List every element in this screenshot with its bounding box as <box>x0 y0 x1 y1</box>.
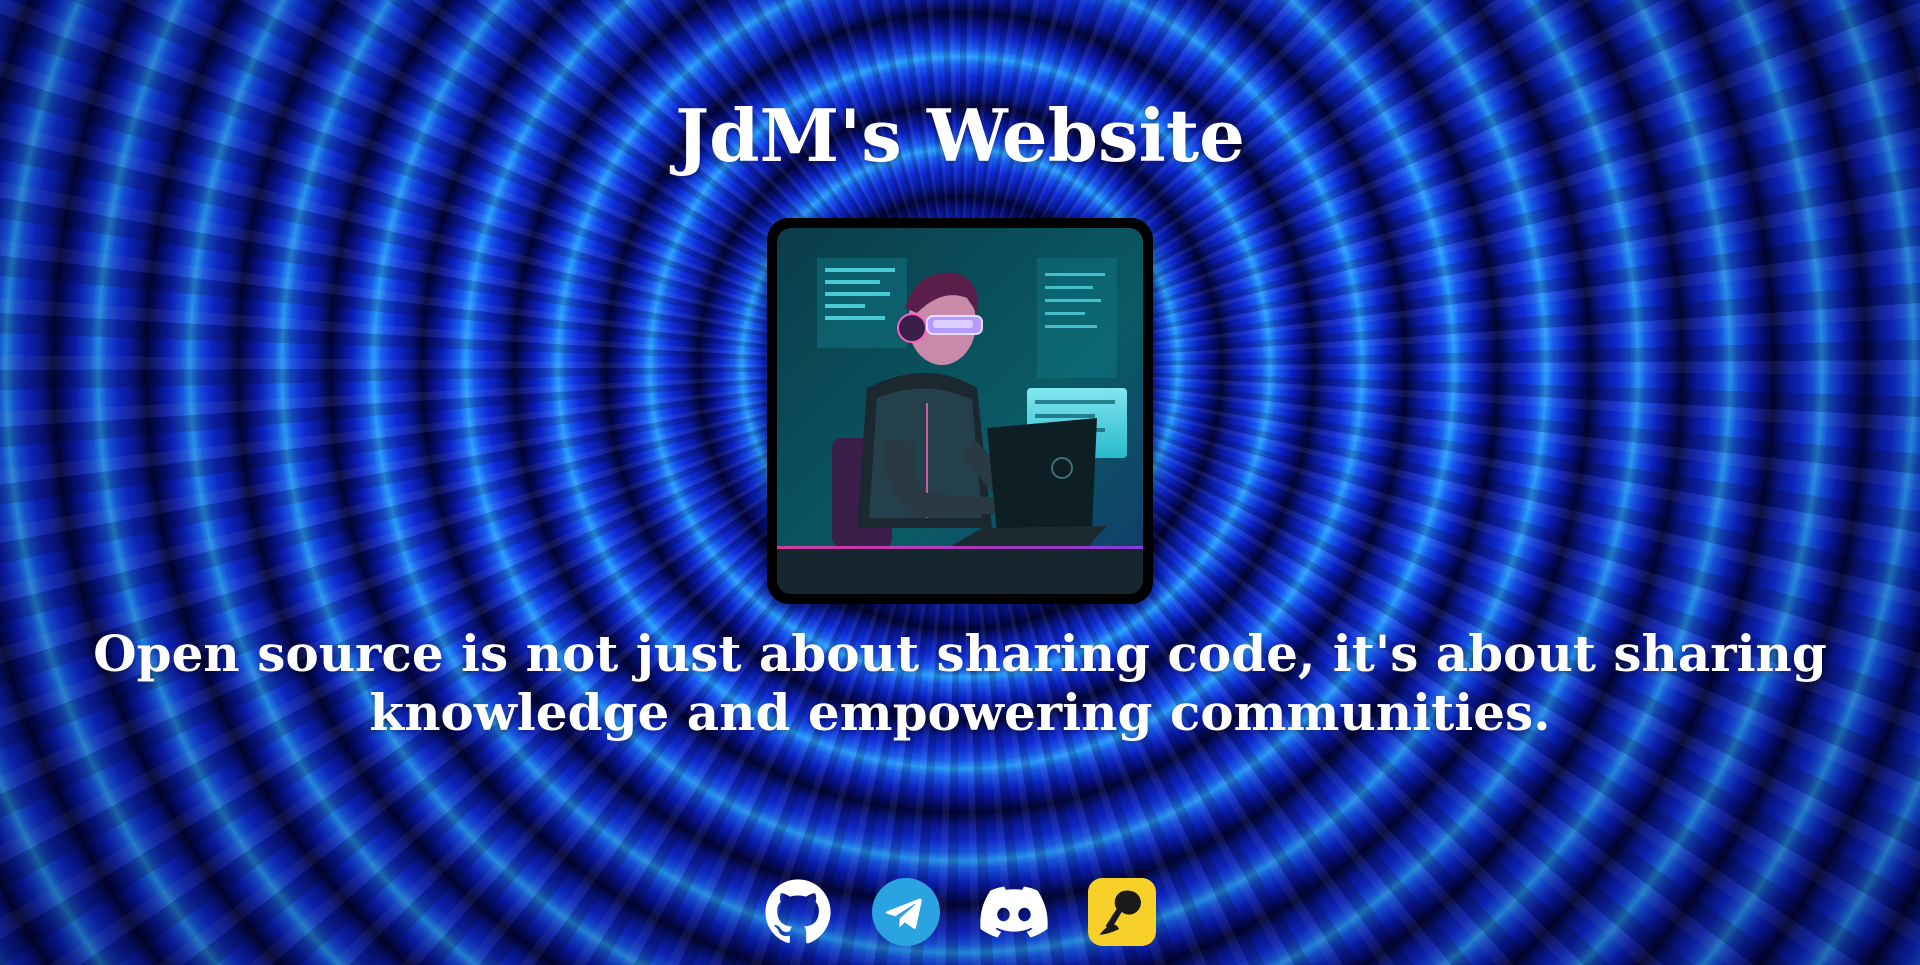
github-link[interactable] <box>764 878 832 946</box>
avatar-image <box>777 228 1143 594</box>
main-content: JdM's Website Open source is not just ab… <box>0 0 1920 965</box>
yellow-app-icon <box>1088 878 1156 946</box>
telegram-icon <box>872 878 940 946</box>
tagline: Open source is not just about sharing co… <box>93 624 1827 742</box>
yellow-app-link[interactable] <box>1088 878 1156 946</box>
avatar-frame <box>767 218 1153 604</box>
social-links <box>0 878 1920 946</box>
discord-link[interactable] <box>980 878 1048 946</box>
github-icon <box>765 879 831 944</box>
telegram-link[interactable] <box>872 878 940 946</box>
discord-icon <box>980 886 1048 938</box>
site-title: JdM's Website <box>675 93 1245 178</box>
